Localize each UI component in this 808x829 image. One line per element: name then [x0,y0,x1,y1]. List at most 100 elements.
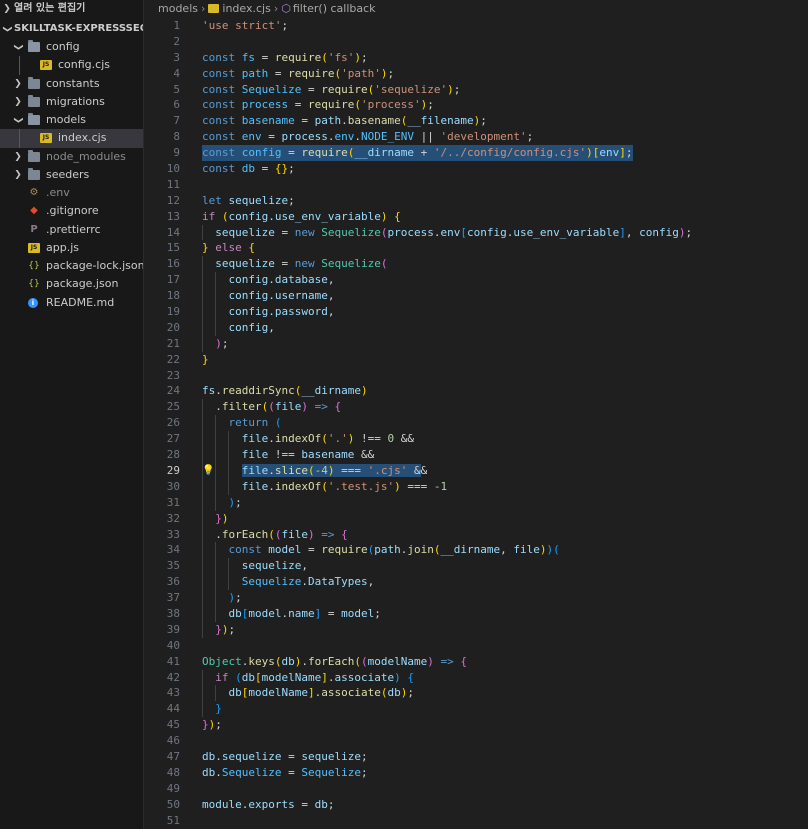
tree-file[interactable]: P .prettierrc [0,221,143,239]
line-number: 50 [166,797,180,811]
chevron-right-icon[interactable]: ❯ [12,148,24,166]
code-text: ); [228,495,242,509]
tree-file[interactable]: {} package.json [0,275,143,293]
code-line[interactable]: 33 .forEach((file) => { [144,526,808,543]
code-line[interactable]: 36 Sequelize.DataTypes, [144,574,808,591]
code-line[interactable]: 51 [144,813,808,829]
line-number: 8 [173,130,180,144]
line-number: 47 [166,749,180,763]
project-root-header[interactable]: ❯SKILLTASK-EXPRESSSEQUE... [0,20,143,38]
code-line[interactable]: 2 [144,34,808,50]
code-line[interactable]: 15} else { [144,240,808,256]
code-line[interactable]: 5 const Sequelize = require('sequelize'); [144,82,808,98]
line-number: 6 [173,98,180,112]
line-number: 33 [166,527,180,541]
code-line[interactable]: 40 [144,638,808,654]
code-line[interactable]: 45}); [144,717,808,733]
code-line[interactable]: 6 const process = require('process'); [144,97,808,113]
code-line[interactable]: 28 file !== basename && [144,447,808,463]
tree-folder[interactable]: ❯ migrations [0,93,143,111]
code-text: ); [228,591,242,605]
code-line[interactable]: 39 }); [144,621,808,638]
code-line[interactable]: 11 [144,177,808,193]
code-line[interactable]: 18 config.username, [144,288,808,305]
code-line[interactable]: 16 sequelize = new Sequelize( [144,256,808,273]
code-line[interactable]: 3 const fs = require('fs'); [144,50,808,66]
code-text: }) [215,511,229,525]
code-text: const db = {}; [202,162,295,176]
tree-file[interactable]: ⚙ .env [0,184,143,202]
folder-icon [28,94,40,107]
code-line[interactable]: 43 db[modelName].associate(db); [144,685,808,702]
code-line[interactable]: 49 [144,781,808,797]
code-line[interactable]: 19 config.password, [144,304,808,320]
tree-folder[interactable]: ❯ seeders [0,166,143,184]
code-line[interactable]: 14 sequelize = new Sequelize(process.env… [144,224,808,241]
code-text: } [215,702,222,716]
code-line[interactable]: 10 const db = {}; [144,161,808,177]
line-number: 1 [173,19,180,32]
tree-folder[interactable]: ❯ node_modules [0,148,143,166]
code-line[interactable]: 7 const basename = path.basename(__filena… [144,113,808,129]
tree-folder[interactable]: ❯ models [0,111,143,129]
line-number: 5 [173,82,180,96]
chevron-down-icon[interactable]: ❯ [9,41,27,53]
open-editors-header[interactable]: ❯ 열려 있는 편집기 [0,0,143,18]
code-line[interactable]: 44 } [144,701,808,718]
code-line[interactable]: 37 ); [144,590,808,606]
code-area[interactable]: 1'use strict'; 2 3 const fs = require('fs')… [144,18,808,828]
breadcrumb-file[interactable]: index.cjs [222,2,270,15]
project-root-label: SKILLTASK-EXPRESSSEQUE... [14,23,143,34]
code-line[interactable]: 42 if (db[modelName].associate) { [144,669,808,686]
line-number: 10 [166,162,180,176]
chevron-right-icon[interactable]: ❯ [12,93,24,111]
code-line[interactable]: 34 const model = require(path.join(__dir… [144,542,808,559]
code-line[interactable]: 22} [144,352,808,368]
code-line[interactable]: 24 fs.readdirSync(__dirname) [144,383,808,399]
code-line[interactable]: 1 'use strict'; [144,18,808,34]
breadcrumb-symbol[interactable]: filter() callback [293,2,376,15]
code-line[interactable]: 17 config.database, [144,272,808,289]
line-number: 24 [166,384,180,398]
tree-file[interactable]: JS index.cjs [0,129,143,148]
code-line[interactable]: 26 return ( [144,415,808,432]
tree-file[interactable]: i README.md [0,294,143,312]
code-line[interactable]: 46 [144,733,808,749]
code-line[interactable]: 13 if (config.use_env_variable) { [144,209,808,225]
tree-file[interactable]: JS config.cjs [0,56,143,74]
code-line[interactable]: 23 [144,368,808,384]
code-line[interactable]: 47 db.sequelize = sequelize; [144,749,808,765]
code-line[interactable]: 38 db[model.name] = model; [144,605,808,622]
line-number: 30 [166,479,180,493]
chevron-down-icon[interactable]: ❯ [9,114,27,126]
code-text: .filter((file) => { [202,400,342,414]
code-line[interactable]: 4 const path = require('path'); [144,66,808,82]
breadcrumb-folder[interactable]: models [158,2,198,15]
line-number: 44 [166,702,180,716]
tree-file[interactable]: {} package-lock.json [0,257,143,275]
code-line[interactable]: 48 db.Sequelize = Sequelize; [144,765,808,781]
tree-folder[interactable]: ❯ config [0,38,143,56]
line-number: 22 [166,352,180,366]
code-line[interactable]: 50 module.exports = db; [144,797,808,813]
code-line[interactable]: 32 }) [144,510,808,527]
code-line[interactable]: 31 ); [144,494,808,511]
code-line[interactable]: 20 config, [144,319,808,336]
code-line[interactable]: 30 file.indexOf('.test.js') === -1 [144,478,808,495]
code-line[interactable]: 35 sequelize, [144,558,808,575]
lightbulb-icon[interactable]: 💡 [202,463,214,479]
tree-file[interactable]: JS app.js [0,239,143,257]
chevron-right-icon[interactable]: ❯ [12,166,24,184]
code-line[interactable]: 21 ); [144,335,808,352]
tree-folder[interactable]: ❯ constants [0,75,143,93]
code-line[interactable]: 41 Object.keys(db).forEach((modelName) =>… [144,654,808,670]
code-line[interactable]: 27 file.indexOf('.') !== 0 && [144,431,808,448]
code-line[interactable]: 9 const config = require(__dirname + '/..… [144,145,808,162]
chevron-right-icon[interactable]: ❯ [12,75,24,93]
line-number: 15 [166,241,180,255]
code-line[interactable]: 29 file.slice(-4) === '.cjs' && 💡 [144,462,808,479]
code-line[interactable]: 12 let sequelize; [144,193,808,209]
code-line[interactable]: 8 const env = process.env.NODE_ENV || 'de… [144,129,808,145]
tree-file[interactable]: ◆ .gitignore [0,202,143,220]
code-line[interactable]: 25 .filter((file) => { [144,399,808,416]
